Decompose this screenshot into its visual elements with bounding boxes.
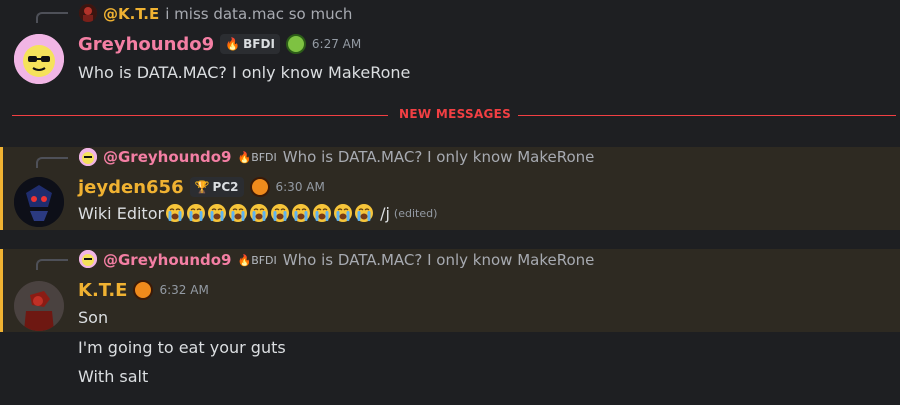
timestamp[interactable]: 6:27 AM xyxy=(312,37,361,51)
crying-face-icon xyxy=(166,204,185,222)
crying-face-icon xyxy=(271,204,290,222)
crying-face-icon xyxy=(313,204,332,222)
crying-face-icon xyxy=(208,204,227,222)
reply-author[interactable]: @K.T.E xyxy=(103,5,159,23)
reply-preview[interactable]: @K.T.E i miss data.mac so much xyxy=(103,3,352,25)
greyhoundo9-mini-avatar[interactable] xyxy=(79,250,97,268)
kte-avatar[interactable] xyxy=(14,281,64,331)
greyhoundo9-avatar[interactable] xyxy=(14,34,64,84)
author-name[interactable]: K.T.E xyxy=(78,280,127,301)
flame-icon: 🔥 xyxy=(237,253,252,267)
greyhoundo9-mini-avatar[interactable] xyxy=(79,148,97,166)
crying-face-icon xyxy=(187,204,206,222)
crying-face-icon xyxy=(229,204,248,222)
kte-mini-avatar[interactable] xyxy=(79,4,97,22)
author-name[interactable]: jeyden656 xyxy=(78,177,184,198)
crying-face-icon xyxy=(250,204,269,222)
reply-connector xyxy=(36,12,68,23)
reply-connector xyxy=(36,157,68,168)
reply-preview[interactable]: @Greyhoundo9 🔥 BFDI Who is DATA.MAC? I o… xyxy=(103,249,594,271)
message-text: Wiki Editor /j (edited) xyxy=(78,201,437,225)
crying-face-icon xyxy=(334,204,353,222)
role-icon[interactable] xyxy=(133,280,154,300)
role-icon[interactable] xyxy=(249,177,270,197)
message-line: Son xyxy=(78,307,109,327)
reply-text: i miss data.mac so much xyxy=(165,5,353,23)
timestamp[interactable]: 6:30 AM xyxy=(276,180,325,194)
emoji-row xyxy=(165,203,375,223)
badge-label: BFDI xyxy=(243,37,275,51)
reply-author[interactable]: @Greyhoundo9 xyxy=(103,251,231,269)
new-messages-divider-left xyxy=(12,115,388,116)
flame-icon: 🔥 xyxy=(237,150,252,164)
reply-badge-label: BFDI xyxy=(251,150,277,164)
server-tag-badge[interactable]: 🏆 PC2 xyxy=(189,177,244,197)
message-line: I'm going to eat your guts xyxy=(78,337,286,357)
reply-text: Who is DATA.MAC? I only know MakeRone xyxy=(282,251,595,269)
reply-text: Who is DATA.MAC? I only know MakeRone xyxy=(282,148,595,166)
flame-icon: 🔥 xyxy=(225,37,241,51)
new-messages-divider-right xyxy=(518,115,896,116)
reply-author[interactable]: @Greyhoundo9 xyxy=(103,148,231,166)
reply-preview[interactable]: @Greyhoundo9 🔥 BFDI Who is DATA.MAC? I o… xyxy=(103,146,594,168)
author-name[interactable]: Greyhoundo9 xyxy=(78,34,214,55)
message-line: With salt xyxy=(78,366,149,386)
reply-connector xyxy=(36,259,68,270)
message-header: K.T.E 6:32 AM xyxy=(78,277,209,303)
reply-badge-label: BFDI xyxy=(251,253,277,267)
message-header: Greyhoundo9 🔥 BFDI 6:27 AM xyxy=(78,31,361,57)
message-text: Who is DATA.MAC? I only know MakeRone xyxy=(78,62,411,82)
message-header: jeyden656 🏆 PC2 6:30 AM xyxy=(78,174,325,200)
jeyden656-avatar[interactable] xyxy=(14,177,64,227)
edited-label: (edited) xyxy=(393,206,438,220)
message-text-prefix: Wiki Editor xyxy=(78,203,165,223)
timestamp[interactable]: 6:32 AM xyxy=(159,283,208,297)
reply-badge: 🔥 BFDI xyxy=(237,254,276,267)
server-tag-badge[interactable]: 🔥 BFDI xyxy=(220,34,280,54)
role-icon[interactable] xyxy=(285,34,306,54)
reply-badge: 🔥 BFDI xyxy=(237,151,276,164)
trophy-icon: 🏆 xyxy=(194,180,210,194)
crying-face-icon xyxy=(355,204,374,222)
message-text-suffix: /j xyxy=(380,203,390,223)
crying-face-icon xyxy=(292,204,311,222)
new-messages-label: NEW MESSAGES xyxy=(399,107,512,121)
badge-label: PC2 xyxy=(212,180,239,194)
